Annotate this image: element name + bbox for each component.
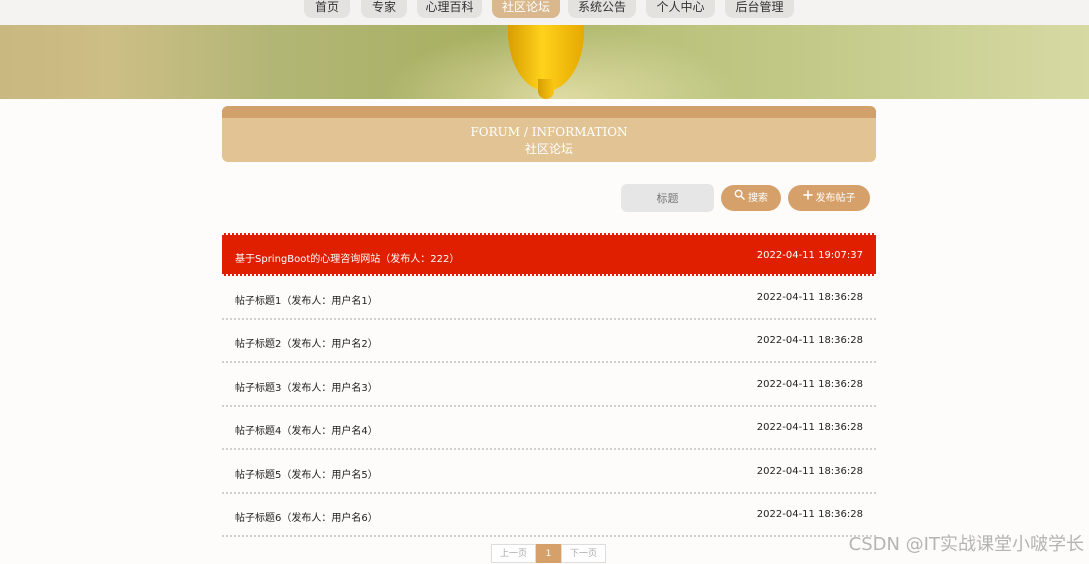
section-header-bar	[222, 106, 876, 118]
plus-icon	[803, 185, 813, 211]
post-title: 帖子标题1（发布人：用户名1）	[235, 296, 378, 307]
post-title: 基于SpringBoot的心理咨询网站（发布人：222）	[235, 254, 460, 265]
post-time: 2022-04-11 18:36:28	[756, 379, 863, 390]
search-icon	[734, 185, 745, 211]
watermark: CSDN @IT实战课堂小啵学长	[848, 534, 1084, 555]
post-row[interactable]: 帖子标题1（发布人：用户名1） 2022-04-11 18:36:28	[222, 277, 876, 320]
post-title: 帖子标题2（发布人：用户名2）	[235, 339, 378, 350]
post-time: 2022-04-11 18:36:28	[756, 422, 863, 433]
post-row[interactable]: 帖子标题3（发布人：用户名3） 2022-04-11 18:36:28	[222, 364, 876, 407]
post-button[interactable]: 发布帖子	[788, 185, 870, 211]
next-page-button[interactable]: 下一页	[561, 544, 606, 563]
post-time: 2022-04-11 18:36:28	[756, 466, 863, 477]
prev-page-button[interactable]: 上一页	[491, 544, 536, 563]
nav-item-profile[interactable]: 个人中心	[646, 0, 715, 18]
post-time: 2022-04-11 18:36:28	[756, 335, 863, 346]
post-row[interactable]: 基于SpringBoot的心理咨询网站（发布人：222） 2022-04-11 …	[222, 233, 876, 276]
hero-banner	[0, 25, 1089, 99]
nav-item-announcements[interactable]: 系统公告	[568, 0, 636, 18]
nav-item-experts[interactable]: 专家	[361, 0, 407, 18]
post-row[interactable]: 帖子标题2（发布人：用户名2） 2022-04-11 18:36:28	[222, 320, 876, 363]
nav-item-admin[interactable]: 后台管理	[725, 0, 794, 18]
nav-item-encyclopedia[interactable]: 心理百科	[417, 0, 482, 18]
post-title: 帖子标题3（发布人：用户名3）	[235, 383, 378, 394]
post-time: 2022-04-11 18:36:28	[756, 292, 863, 303]
search-button-label: 搜索	[748, 193, 768, 204]
section-title-cn: 社区论坛	[524, 142, 573, 156]
post-row[interactable]: 帖子标题6（发布人：用户名6） 2022-04-11 18:36:28	[222, 494, 876, 537]
post-row[interactable]: 帖子标题5（发布人：用户名5） 2022-04-11 18:36:28	[222, 451, 876, 494]
nav-item-home[interactable]: 首页	[304, 0, 350, 18]
top-nav: 首页 专家 心理百科 社区论坛 系统公告 个人中心 后台管理	[0, 0, 1089, 25]
post-button-label: 发布帖子	[815, 193, 856, 204]
post-time: 2022-04-11 19:07:37	[756, 250, 863, 261]
post-time: 2022-04-11 18:36:28	[756, 509, 863, 520]
search-input[interactable]	[621, 184, 714, 212]
post-title: 帖子标题6（发布人：用户名6）	[235, 513, 378, 524]
nav-item-forum[interactable]: 社区论坛	[492, 0, 560, 18]
page-1-button[interactable]: 1	[536, 544, 561, 563]
section-title-en: FORUM / INFORMATION	[470, 125, 628, 139]
post-title: 帖子标题5（发布人：用户名5）	[235, 470, 378, 481]
search-button[interactable]: 搜索	[721, 185, 781, 211]
post-title: 帖子标题4（发布人：用户名4）	[235, 426, 378, 437]
post-row[interactable]: 帖子标题4（发布人：用户名4） 2022-04-11 18:36:28	[222, 407, 876, 450]
section-header: FORUM / INFORMATION 社区论坛	[222, 106, 876, 162]
